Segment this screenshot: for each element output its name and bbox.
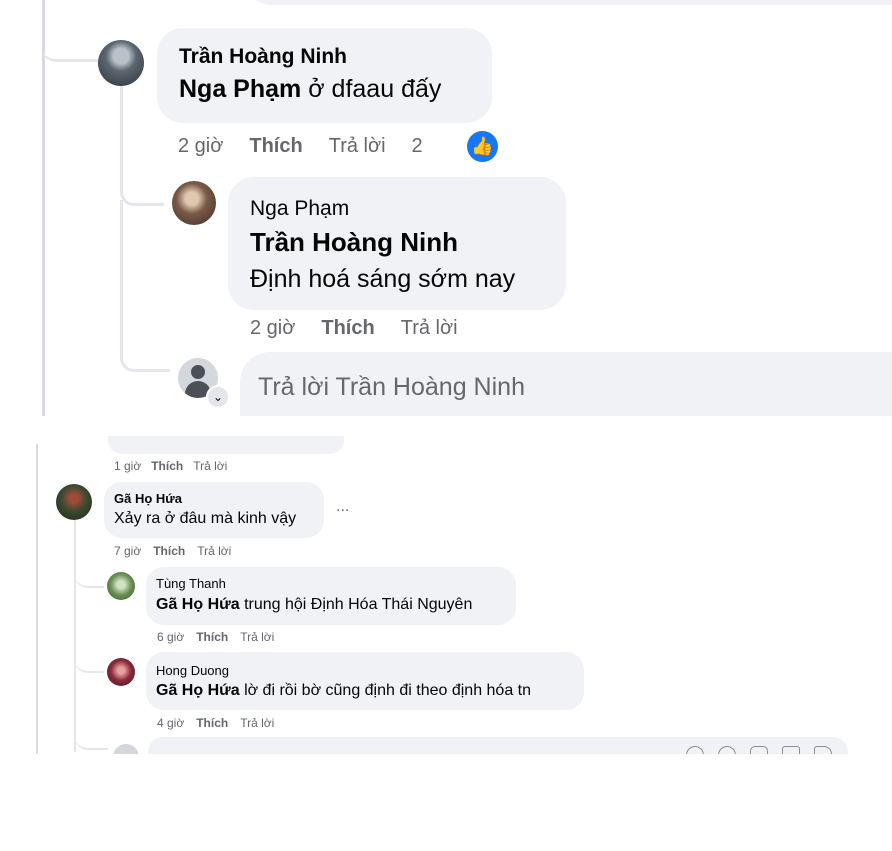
mention-link[interactable]: Gã Họ Hứa (156, 682, 240, 699)
reaction-count[interactable]: 2 (412, 135, 423, 157)
like-button[interactable]: Thích (153, 544, 185, 558)
reply-button[interactable]: Trả lời (401, 317, 458, 339)
reply-connector (74, 560, 104, 588)
comment-actions: 6 giờ Thích Trả lời (157, 630, 300, 644)
timestamp[interactable]: 6 giờ (157, 630, 184, 644)
comment-body: trung hội Định Hóa Thái Nguyên (244, 596, 473, 613)
comment-actions: 7 giờ Thích Trả lời (114, 544, 257, 558)
like-button[interactable]: Thích (196, 630, 228, 644)
comment-bubble: Gã Họ Hứa Xảy ra ở đâu mà kinh vậy (104, 482, 324, 538)
reply-thread-line (74, 520, 76, 752)
reply-button[interactable]: Trả lời (240, 716, 274, 730)
comment-body: lờ đi rồi bờ cũng định đi theo định hóa … (244, 682, 532, 699)
comment-body: ở dfaau đấy (308, 75, 442, 103)
timestamp[interactable]: 2 giờ (178, 135, 223, 157)
comment-author[interactable]: Trần Hoàng Ninh (179, 45, 347, 69)
reply-input[interactable]: Trả lời Trần Hoàng Ninh (240, 352, 892, 416)
comment-author[interactable]: Hong Duong (156, 663, 229, 678)
timestamp[interactable]: 4 giờ (157, 716, 184, 730)
comment-actions: 4 giờ Thích Trả lời (157, 716, 300, 730)
comment-body: Định hoá sáng sớm nay (250, 265, 516, 293)
frame-left-edge (36, 444, 38, 754)
avatar[interactable] (56, 484, 92, 520)
reply-connector-2 (120, 200, 170, 372)
reply-connector (74, 645, 104, 673)
comment-bubble: Hong Duong Gã Họ Hứa lờ đi rồi bờ cũng đ… (146, 652, 584, 710)
comment-text: Gã Họ Hứa lờ đi rồi bờ cũng định đi theo… (156, 682, 531, 700)
reply-button[interactable]: Trả lời (193, 459, 227, 473)
thread-connector (42, 0, 98, 62)
avatar[interactable] (172, 181, 216, 225)
comment-bubble: Nga Phạm Trần Hoàng Ninh Định hoá sáng s… (228, 177, 566, 310)
comment-actions: 1 giờ Thích Trả lời (114, 459, 253, 473)
timestamp[interactable]: 1 giờ (114, 459, 141, 473)
mention-link[interactable]: Nga Phạm (179, 75, 301, 103)
thumbs-up-icon[interactable]: 👍 (467, 131, 498, 162)
more-options-icon[interactable]: ... (336, 498, 349, 516)
reply-button[interactable]: Trả lời (329, 135, 386, 157)
like-button[interactable]: Thích (196, 716, 228, 730)
previous-comment-bubble (108, 436, 344, 454)
frame-left-edge (42, 0, 45, 416)
avatar[interactable] (107, 658, 135, 686)
comment-actions: 2 giờ Thích Trả lời (250, 317, 484, 340)
reply-button[interactable]: Trả lời (197, 544, 231, 558)
reply-button[interactable]: Trả lời (240, 630, 274, 644)
reply-connector-1 (120, 150, 164, 206)
comment-author[interactable]: Tùng Thanh (156, 576, 226, 591)
comment-bubble: Tùng Thanh Gã Họ Hứa trung hội Định Hóa … (146, 567, 516, 625)
avatar[interactable] (98, 40, 144, 86)
comment-author[interactable]: Nga Phạm (250, 197, 349, 221)
comment-author[interactable]: Gã Họ Hứa (114, 491, 182, 506)
mention-link[interactable]: Gã Họ Hứa (156, 596, 240, 613)
mention-link[interactable]: Trần Hoàng Ninh (250, 227, 458, 258)
comment-bubble: Trần Hoàng Ninh Nga Phạm ở dfaau đấy (157, 28, 492, 123)
timestamp[interactable]: 7 giờ (114, 544, 141, 558)
like-button[interactable]: Thích (321, 317, 374, 339)
comment-text: Gã Họ Hứa trung hội Định Hóa Thái Nguyên (156, 596, 472, 614)
reply-connector (74, 720, 108, 750)
reply-placeholder: Trả lời Trần Hoàng Ninh (258, 373, 525, 401)
comment-actions: 2 giờ Thích Trả lời 2 (178, 135, 425, 158)
comment-text: Nga Phạm ở dfaau đấy (179, 75, 441, 104)
comment-body: Xảy ra ở đâu mà kinh vậy (114, 510, 297, 527)
timestamp[interactable]: 2 giờ (250, 317, 295, 339)
previous-comment-bubble (245, 0, 892, 5)
like-button[interactable]: Thích (151, 459, 183, 473)
screenshot-crop (0, 754, 892, 851)
avatar[interactable] (107, 572, 135, 600)
chevron-down-icon[interactable]: ⌄ (206, 385, 230, 409)
like-button[interactable]: Thích (249, 135, 302, 157)
